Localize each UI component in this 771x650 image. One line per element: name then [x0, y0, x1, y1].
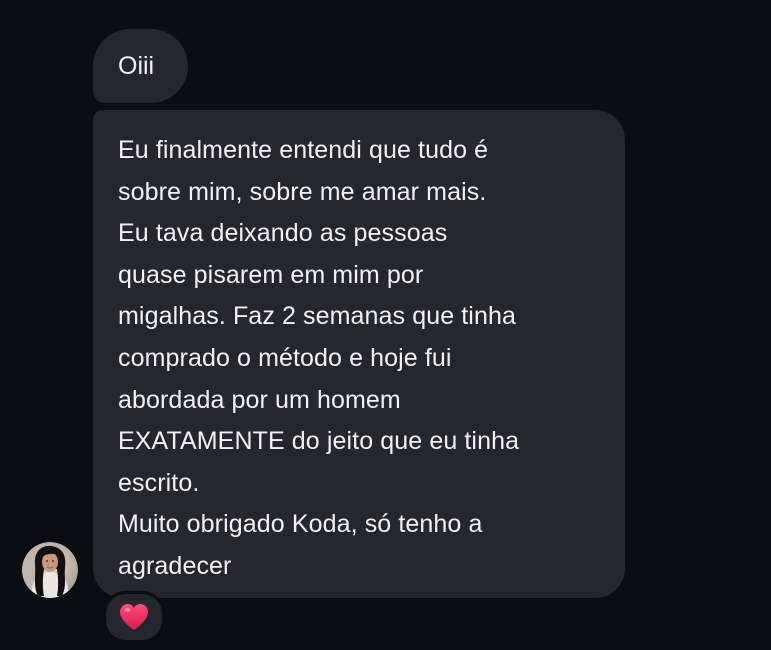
message-text-line: abordada por um homem	[118, 385, 401, 414]
heart-icon	[120, 604, 148, 630]
message-text-line: Muito obrigado Koda, só tenho a	[118, 510, 483, 539]
message-text-line: escrito.	[118, 468, 200, 497]
message-bubble-testimonial[interactable]: Eu finalmente entendi que tudo é sobre m…	[93, 110, 625, 598]
message-text-line: EXATAMENTE do jeito que eu tinha	[118, 427, 520, 456]
message-text-line: migalhas. Faz 2 semanas que tinha	[118, 302, 516, 331]
heart-reaction[interactable]	[103, 591, 165, 643]
message-text-line: agradecer	[118, 551, 232, 580]
message-text-line: Oiii	[118, 51, 155, 80]
message-text-line: Eu tava deixando as pessoas	[118, 219, 448, 248]
avatar[interactable]	[22, 542, 78, 598]
message-text-line: comprado o método e hoje fui	[118, 343, 452, 372]
message-bubble-greeting[interactable]: Oiii	[93, 29, 188, 103]
profile-photo-icon	[22, 542, 78, 598]
message-text-line: quase pisarem em mim por	[118, 260, 424, 289]
message-text-line: sobre mim, sobre me amar mais.	[118, 177, 487, 206]
message-text-line: Eu finalmente entendi que tudo é	[118, 136, 489, 164]
